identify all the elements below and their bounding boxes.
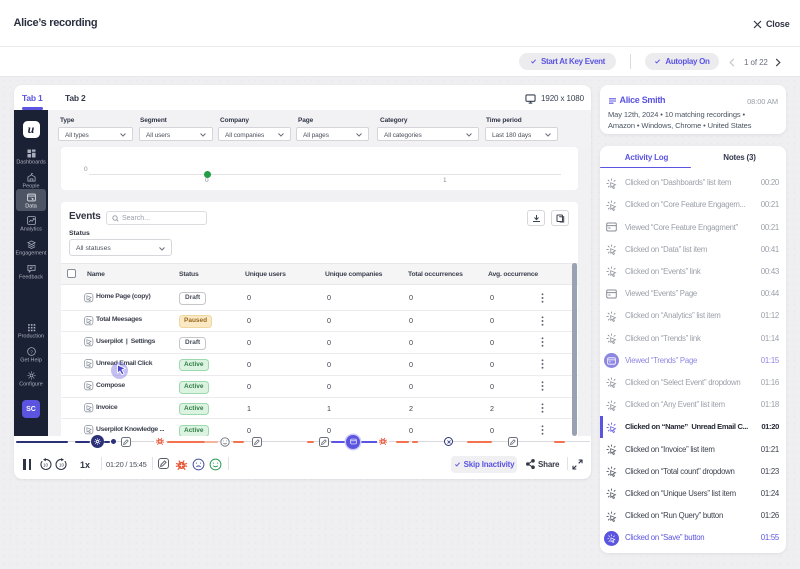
svg-text:?: ?	[30, 349, 33, 355]
svg-text:10: 10	[58, 462, 64, 467]
svg-text:10: 10	[42, 462, 48, 467]
